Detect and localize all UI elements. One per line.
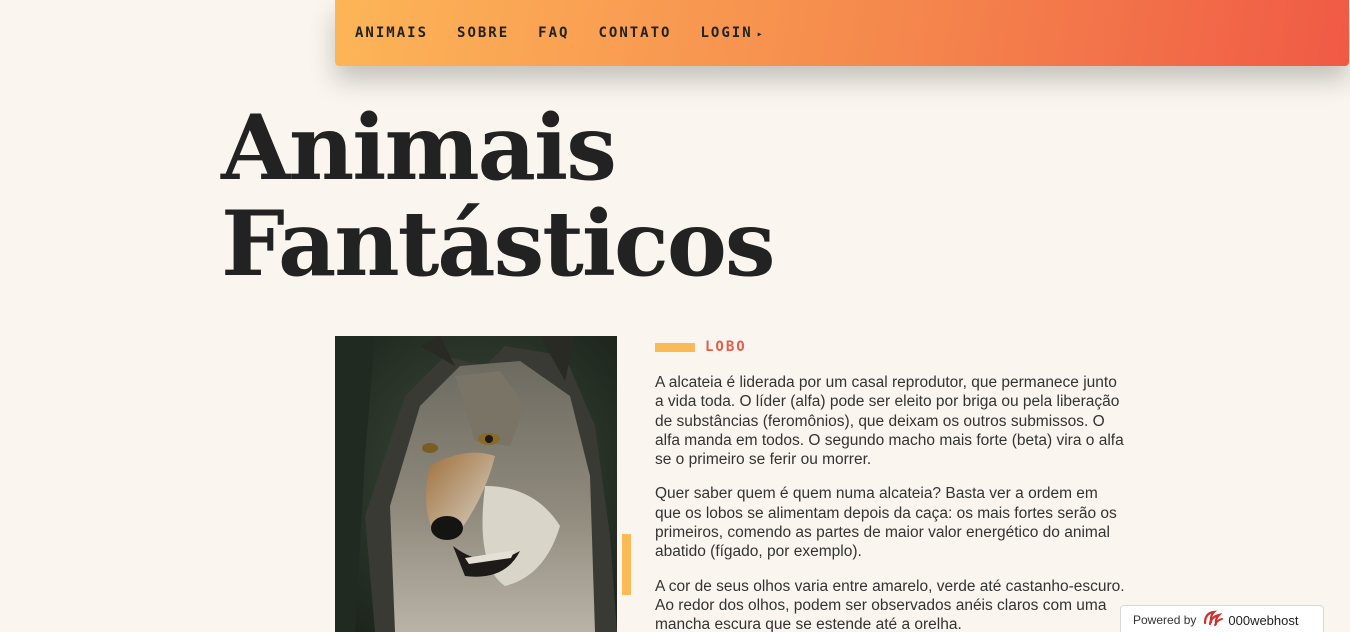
login-label: LOGIN <box>700 25 753 41</box>
page-title-line-2: Fantásticos <box>221 191 776 297</box>
top-navigation: ANIMAIS SOBRE FAQ CONTATO LOGIN ▸ <box>335 0 1349 66</box>
animal-name: LOBO <box>705 339 747 355</box>
page-title: Animais Fantásticos <box>221 100 776 292</box>
powered-by-label: Powered by <box>1133 613 1197 627</box>
paragraph: A cor de seus olhos varia entre amarelo,… <box>655 577 1125 632</box>
webhost-logo-icon <box>1202 609 1224 632</box>
nav-link-faq[interactable]: FAQ <box>538 25 569 41</box>
section-heading: LOBO <box>655 339 747 355</box>
powered-by-brand: 000webhost <box>1228 612 1299 628</box>
caret-right-icon: ▸ <box>756 29 763 40</box>
paragraph: Quer saber quem é quem numa alcateia? Ba… <box>655 485 1117 561</box>
wolf-photo <box>335 336 617 632</box>
nav-link-login[interactable]: LOGIN ▸ <box>700 25 762 41</box>
paragraph: A alcateia é liderada por um casal repro… <box>655 374 1124 469</box>
page-title-line-1: Animais <box>221 95 617 201</box>
nav-link-contato[interactable]: CONTATO <box>598 25 671 41</box>
nav-link-sobre[interactable]: SOBRE <box>457 25 509 41</box>
heading-accent-line <box>655 342 695 352</box>
animal-description: A alcateia é liderada por um casal repro… <box>655 373 1125 632</box>
accent-bar <box>622 534 631 595</box>
powered-by-badge[interactable]: Powered by 000webhost <box>1120 605 1324 632</box>
nav-link-animais[interactable]: ANIMAIS <box>355 25 428 41</box>
